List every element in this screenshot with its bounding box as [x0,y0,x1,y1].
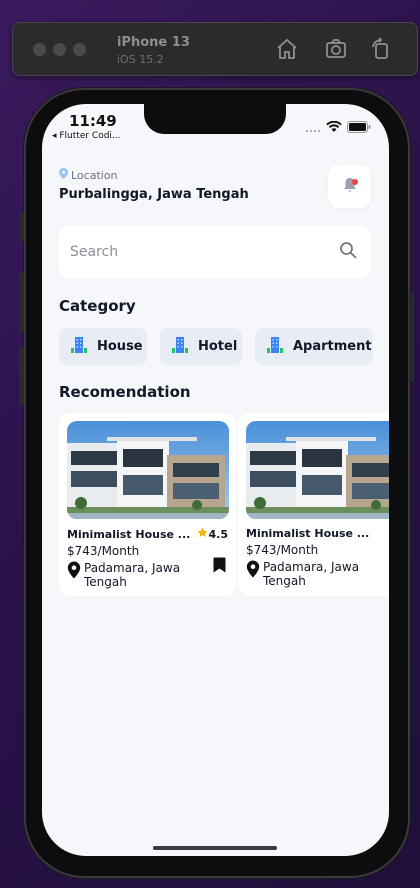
search-bar[interactable] [59,226,371,278]
category-label: Hotel [198,339,238,354]
property-card[interactable]: Minimalist House ... 4.5 $743/Month Pada… [59,413,236,596]
property-price: $743/Month [246,543,319,557]
simulator-device-name: iPhone 13 [117,35,190,50]
status-time: 11:49 [69,112,117,130]
home-indicator[interactable] [153,846,277,850]
status-icons [305,118,371,137]
property-name: Minimalist House ... [246,527,370,540]
location-pin-icon [59,168,68,182]
simulator-os-version: iOS 15.2 [117,53,164,66]
category-chip-house[interactable]: House [59,328,147,365]
screenshot-icon[interactable] [324,37,348,61]
property-card[interactable]: Minimalist House ... $743/Month Padamara… [238,413,389,596]
category-chip-hotel[interactable]: Hotel [160,328,242,365]
app-screen: 11:49 ◂ Flutter Codi... Location Purbali… [42,104,389,856]
search-icon[interactable] [339,241,357,263]
building-icon [69,335,89,359]
search-input[interactable] [70,244,310,260]
notification-badge [352,179,358,185]
battery-icon [347,118,371,137]
location-block[interactable]: Location Purbalingga, Jawa Tengah [59,168,249,202]
back-to-app-link[interactable]: ◂ Flutter Codi... [52,131,121,141]
category-label: House [97,339,143,354]
property-location: Padamara, Jawa Tengah [84,561,181,589]
power-button [409,292,414,382]
notch [144,104,286,134]
property-location: Padamara, Jawa Tengah [263,560,360,588]
minimize-window-button[interactable] [53,43,66,56]
category-list: House Hotel Apartment [59,328,373,365]
wifi-icon [326,118,342,137]
volume-down-button [19,346,24,406]
location-pin-icon [246,560,260,582]
simulator-toolbar: iPhone 13 iOS 15.2 [12,22,418,76]
building-icon [265,335,285,359]
rating-value: 4.5 [208,527,229,541]
location-pin-icon [67,561,81,583]
home-icon[interactable] [275,37,299,61]
bookmark-icon[interactable] [213,557,226,577]
cellular-signal-icon [305,118,321,137]
star-icon [196,527,208,541]
zoom-window-button[interactable] [73,43,86,56]
building-icon [170,335,190,359]
location-label: Location [71,168,118,182]
rotate-icon[interactable] [369,37,393,61]
location-value: Purbalingga, Jawa Tengah [59,187,249,202]
property-image [246,421,389,519]
property-price: $743/Month [67,544,140,558]
category-heading: Category [59,297,136,315]
notification-button[interactable] [328,165,371,208]
volume-up-button [19,272,24,332]
mute-switch [19,212,24,242]
recommendation-list[interactable]: Minimalist House ... 4.5 $743/Month Pada… [59,413,389,596]
category-label: Apartment [293,339,372,354]
recommendation-heading: Recomendation [59,383,191,401]
property-rating: 4.5 [196,527,229,541]
close-window-button[interactable] [33,43,46,56]
property-image [67,421,229,519]
property-name: Minimalist House ... [67,527,191,541]
category-chip-apartment[interactable]: Apartment [255,328,373,365]
